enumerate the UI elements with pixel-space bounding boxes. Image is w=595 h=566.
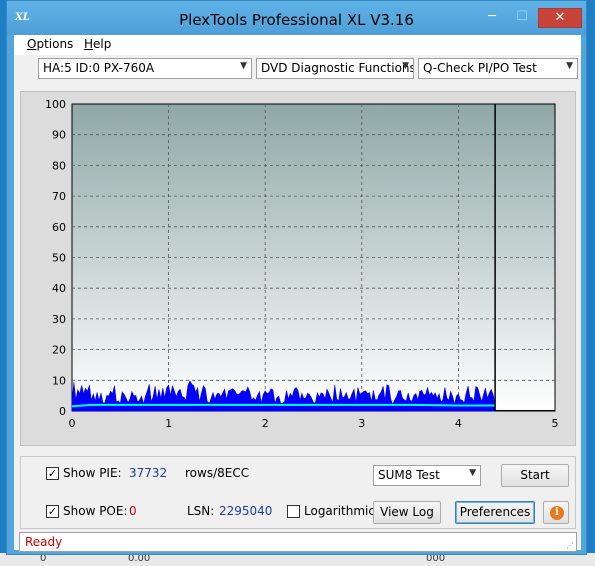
pi-po-chart: 0 10 20 30 40 50 60 70 80 90 100 0 1 2 3 4 5 <box>45 98 559 430</box>
chevron-down-icon: ▼ <box>402 61 409 71</box>
show-poe-label: Show POE: <box>63 504 128 518</box>
client-area: Options Help HA:5 ID:0 PX-760A ▼ DVD Dia… <box>14 35 581 552</box>
menu-options[interactable]: Options <box>27 37 73 51</box>
pi-po-chart-frame: 0 10 20 30 40 50 60 70 80 90 100 0 1 2 3 4 5 <box>20 91 576 446</box>
test-select-value: Q-Check PI/PO Test <box>423 61 537 75</box>
x-tick-label: 1 <box>165 417 172 430</box>
x-tick-label: 4 <box>455 417 462 430</box>
logarithmic-checkbox[interactable] <box>287 505 300 518</box>
view-log-button[interactable]: View Log <box>373 501 441 524</box>
x-tick-label: 2 <box>262 417 269 430</box>
function-select[interactable]: DVD Diagnostic Functions ▼ <box>256 58 414 79</box>
x-tick-label: 0 <box>69 417 76 430</box>
chevron-down-icon: ▼ <box>240 61 247 71</box>
lsn-label: LSN: <box>187 504 215 518</box>
app-window: XL PlexTools Professional XL V3.16 ─ ☐ ✕… <box>6 0 587 555</box>
pie-value: 37732 <box>129 466 168 480</box>
function-select-value: DVD Diagnostic Functions <box>261 61 414 75</box>
menu-bar: Options Help <box>14 35 581 55</box>
logarithmic-label: Logarithmic <box>304 504 375 518</box>
chevron-down-icon: ▼ <box>566 61 573 71</box>
minimize-button[interactable]: ─ <box>478 8 506 28</box>
x-tick-label: 3 <box>358 417 365 430</box>
status-bar: Ready ⋰ <box>19 532 577 552</box>
info-button[interactable]: i <box>543 501 569 524</box>
chevron-down-icon: ▼ <box>469 468 476 478</box>
y-tick-label: 40 <box>52 282 66 295</box>
results-panel: ✓ Show PIE: 37732 rows/8ECC SUM8 Test ▼ … <box>20 456 576 529</box>
resize-grip-icon[interactable]: ⋰ <box>566 541 574 550</box>
drive-select[interactable]: HA:5 ID:0 PX-760A ▼ <box>38 58 252 79</box>
sum-test-select[interactable]: SUM8 Test ▼ <box>373 465 481 486</box>
y-tick-label: 50 <box>52 252 66 265</box>
status-text: Ready <box>25 535 63 549</box>
preferences-button[interactable]: Preferences <box>455 501 535 524</box>
menu-help[interactable]: Help <box>84 37 111 51</box>
show-pie-checkbox[interactable]: ✓ <box>46 467 59 480</box>
test-select[interactable]: Q-Check PI/PO Test ▼ <box>418 58 578 79</box>
show-poe-checkbox[interactable]: ✓ <box>46 505 59 518</box>
y-tick-label: 10 <box>52 374 66 387</box>
y-tick-label: 30 <box>52 313 66 326</box>
close-button[interactable]: ✕ <box>538 8 582 28</box>
y-tick-label: 70 <box>52 190 66 203</box>
y-tick-label: 80 <box>52 159 66 172</box>
drive-select-value: HA:5 ID:0 PX-760A <box>43 61 155 75</box>
sum-test-value: SUM8 Test <box>378 468 440 482</box>
baseline-tail <box>495 410 555 411</box>
info-icon: i <box>550 506 564 520</box>
pie-unit: rows/8ECC <box>185 466 250 480</box>
show-pie-label: Show PIE: <box>63 466 122 480</box>
y-tick-label: 60 <box>52 221 66 234</box>
y-tick-label: 90 <box>52 129 66 142</box>
start-button[interactable]: Start <box>501 464 569 487</box>
y-tick-label: 100 <box>45 98 66 111</box>
title-bar[interactable]: XL PlexTools Professional XL V3.16 ─ ☐ ✕ <box>7 1 586 35</box>
y-tick-label: 20 <box>52 344 66 357</box>
poe-value: 0 <box>129 504 137 518</box>
y-tick-label: 0 <box>59 405 66 418</box>
x-tick-label: 5 <box>552 417 559 430</box>
lsn-value: 2295040 <box>219 504 273 518</box>
maximize-button[interactable]: ☐ <box>508 8 536 28</box>
